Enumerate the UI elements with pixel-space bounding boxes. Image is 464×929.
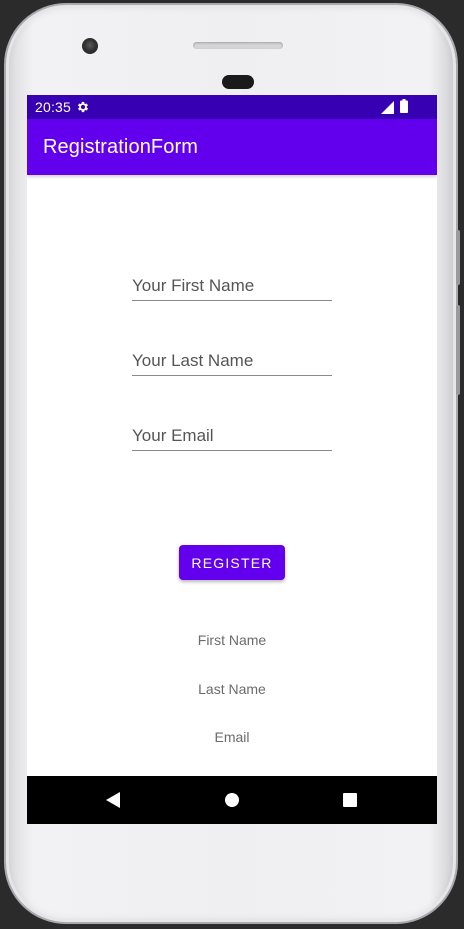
- email-input[interactable]: [132, 421, 332, 451]
- front-camera: [82, 38, 98, 54]
- gear-icon: [77, 101, 89, 113]
- home-circle-icon[interactable]: [225, 793, 239, 807]
- last-name-result: Last Name: [198, 681, 266, 697]
- first-name-input[interactable]: [132, 271, 332, 301]
- navigation-bar: [27, 776, 437, 824]
- volume-button: [456, 305, 460, 395]
- back-triangle-icon[interactable]: [105, 792, 121, 808]
- proximity-sensor: [222, 75, 254, 89]
- status-time: 20:35: [35, 99, 72, 115]
- first-name-result: First Name: [197, 632, 267, 648]
- email-result: Email: [214, 729, 250, 745]
- power-button: [456, 230, 460, 285]
- earpiece-speaker: [193, 42, 283, 49]
- battery-icon: [400, 99, 408, 113]
- recents-square-icon[interactable]: [343, 793, 357, 807]
- cell-signal-icon: [381, 101, 394, 114]
- app-screen: 20:35 RegistrationForm REGISTER First Na…: [27, 95, 437, 824]
- register-button[interactable]: REGISTER: [179, 545, 285, 580]
- app-bar: RegistrationForm: [27, 119, 437, 175]
- last-name-input[interactable]: [132, 346, 332, 376]
- status-bar: 20:35: [27, 95, 437, 119]
- app-title: RegistrationForm: [43, 136, 198, 158]
